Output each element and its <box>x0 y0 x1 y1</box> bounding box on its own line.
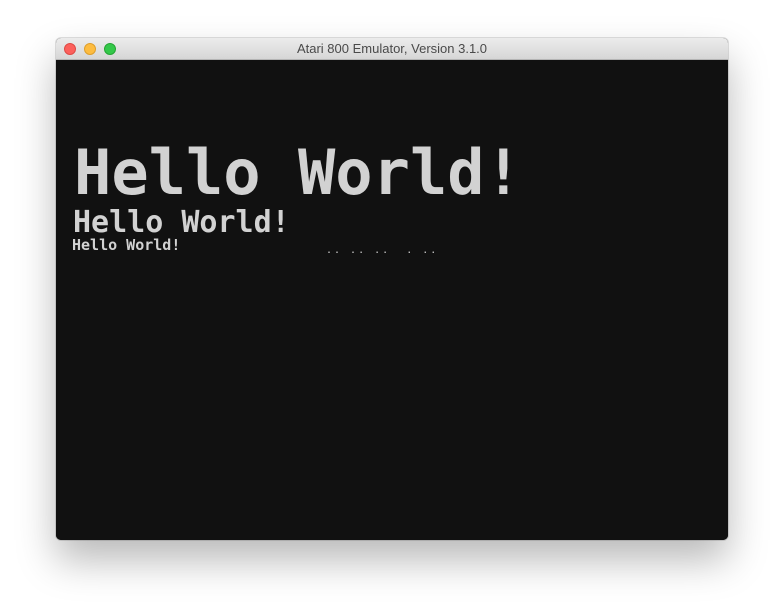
emulator-window: Atari 800 Emulator, Version 3.1.0 Hello … <box>56 38 728 540</box>
emulator-screen[interactable]: Hello World! Hello World! Hello World! .… <box>56 60 728 540</box>
hello-text-large: Hello World! <box>74 136 522 209</box>
hello-text-small: Hello World! <box>72 236 181 254</box>
title-bar[interactable]: Atari 800 Emulator, Version 3.1.0 <box>56 38 728 60</box>
hello-text-medium: Hello World! <box>73 205 290 240</box>
trailing-dots: .. .. .. . .. <box>326 245 439 256</box>
window-title: Atari 800 Emulator, Version 3.1.0 <box>296 41 488 56</box>
